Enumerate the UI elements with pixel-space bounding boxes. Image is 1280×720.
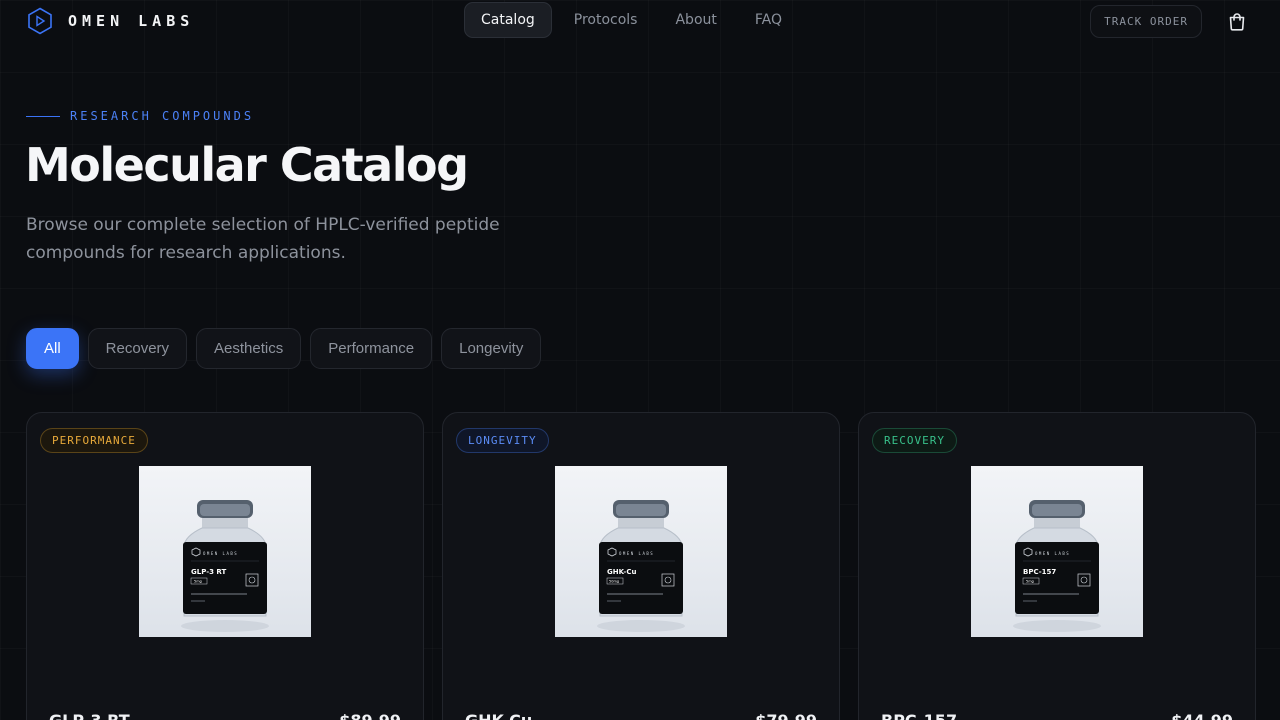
vial-label-dose: 50mg: [609, 580, 619, 584]
product-vial-image: OMEN LABS GHK-Cu 50mg: [555, 466, 727, 637]
nav-link-about[interactable]: About: [659, 2, 732, 38]
vial-label-dose: 5mg: [1026, 580, 1034, 584]
vial-label-name: GLP-3 RT: [191, 568, 227, 576]
track-order-button[interactable]: TRACK ORDER: [1090, 5, 1202, 38]
eyebrow: RESEARCH COMPOUNDS: [26, 109, 254, 123]
product-price: $79.99: [755, 711, 817, 720]
category-filters: All Recovery Aesthetics Performance Long…: [26, 328, 542, 369]
shopping-bag-icon[interactable]: [1228, 12, 1246, 31]
product-name: GLP-3 RT: [49, 711, 130, 720]
vial-label-name: BPC-157: [1023, 568, 1056, 576]
vial-label-dose: 5mg: [194, 580, 202, 584]
product-info: GHK-Cu $79.99: [465, 711, 817, 720]
product-info: BPC-157 $44.99: [881, 711, 1233, 720]
product-grid: PERFORMANCE OMEN LABS GLP-3 RT 5mg LONGE…: [26, 412, 1256, 720]
filter-longevity[interactable]: Longevity: [441, 328, 542, 369]
product-info: GLP-3 RT $89.99: [49, 711, 401, 720]
product-vial-image: OMEN LABS GLP-3 RT 5mg: [139, 466, 311, 637]
vial-label-name: GHK-Cu: [607, 568, 636, 576]
nav-links: Catalog Protocols About FAQ: [464, 2, 804, 38]
category-badge: PERFORMANCE: [40, 428, 148, 453]
nav-link-protocols[interactable]: Protocols: [558, 2, 654, 38]
page-title: Molecular Catalog: [25, 138, 469, 192]
nav-link-catalog[interactable]: Catalog: [464, 2, 552, 38]
filter-all[interactable]: All: [26, 328, 79, 369]
filter-performance[interactable]: Performance: [310, 328, 433, 369]
category-badge: LONGEVITY: [456, 428, 549, 453]
vial-label-brand: OMEN LABS: [203, 551, 238, 556]
product-name: GHK-Cu: [465, 711, 532, 720]
filter-recovery[interactable]: Recovery: [87, 328, 188, 369]
hexagon-logo-icon: [26, 7, 54, 35]
page-subtitle: Browse our complete selection of HPLC-ve…: [26, 215, 500, 263]
eyebrow-text: RESEARCH COMPOUNDS: [70, 109, 255, 123]
product-vial-image: OMEN LABS BPC-157 5mg: [971, 466, 1143, 637]
product-card[interactable]: PERFORMANCE OMEN LABS GLP-3 RT 5mg: [26, 412, 424, 720]
product-price: $44.99: [1171, 711, 1233, 720]
filter-aesthetics[interactable]: Aesthetics: [196, 328, 302, 369]
brand-name: OMEN LABS: [68, 12, 195, 30]
vial-label-brand: OMEN LABS: [619, 551, 654, 556]
nav-actions: TRACK ORDER: [1090, 5, 1246, 38]
eyebrow-line: [26, 115, 60, 117]
product-card[interactable]: RECOVERY OMEN LABS BPC-157 5mg: [858, 412, 1256, 720]
product-card[interactable]: LONGEVITY OMEN LABS GHK-Cu 50mg: [442, 412, 840, 720]
top-nav: OMEN LABS Catalog Protocols About FAQ TR…: [0, 0, 1280, 42]
product-price: $89.99: [339, 711, 401, 720]
nav-link-faq[interactable]: FAQ: [739, 2, 798, 38]
product-name: BPC-157: [881, 711, 957, 720]
category-badge: RECOVERY: [872, 428, 957, 453]
vial-label-brand: OMEN LABS: [1035, 551, 1070, 556]
brand[interactable]: OMEN LABS: [26, 7, 194, 35]
